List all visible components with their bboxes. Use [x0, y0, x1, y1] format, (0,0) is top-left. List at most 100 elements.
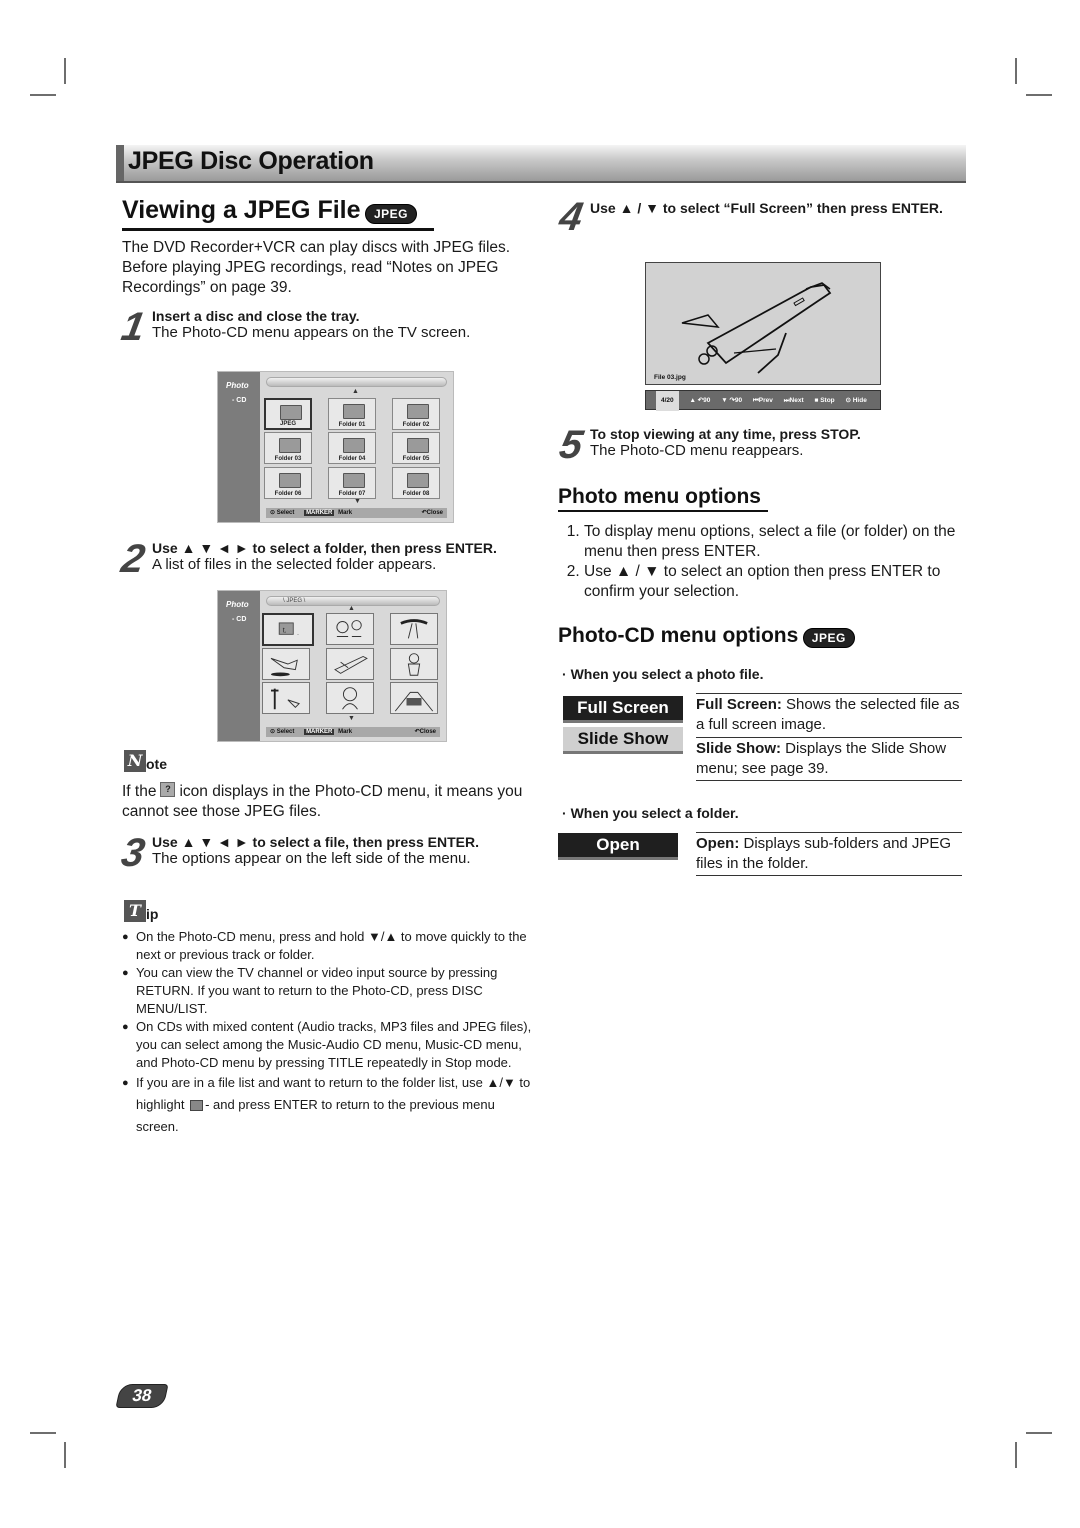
folder-tile[interactable]: Folder 01: [328, 398, 376, 430]
hide-control[interactable]: ⊙ Hide: [845, 392, 866, 410]
photo-thumb[interactable]: [262, 648, 310, 680]
folder-tile[interactable]: Folder 08: [392, 467, 440, 499]
folder-label: Folder 08: [402, 491, 430, 497]
viewing-jpeg-heading: Viewing a JPEG File JPEG: [122, 196, 432, 225]
stop-control[interactable]: ■ Stop: [814, 392, 834, 410]
note-text-before: If the: [122, 783, 157, 800]
fullscreen-image-view: File 03.jpg: [645, 262, 881, 385]
folder-tile[interactable]: JPEG: [264, 398, 312, 430]
open-description: Open: Displays sub-folders and JPEG file…: [696, 832, 962, 874]
folder-tile[interactable]: Folder 06: [264, 467, 312, 499]
jpeg-badge: JPEG: [802, 627, 855, 648]
option-step: To display menu options, select a file (…: [584, 522, 989, 562]
intro-paragraph: The DVD Recorder+VCR can play discs with…: [122, 239, 511, 296]
rotate-right-control[interactable]: ▼ ↷90: [721, 392, 742, 410]
subheading-text: When you select a photo file.: [570, 666, 764, 682]
tip-list: On the Photo-CD menu, press and hold ▼/▲…: [122, 928, 534, 1138]
folder-label: Folder 03: [274, 456, 302, 462]
folder-tile[interactable]: Folder 03: [264, 432, 312, 464]
scroll-up-icon[interactable]: ▲: [352, 388, 359, 395]
folder-tile[interactable]: Folder 05: [392, 432, 440, 464]
step-5: 5 To stop viewing at any time, press STO…: [556, 423, 970, 467]
prev-control[interactable]: ⏮Prev: [753, 392, 773, 410]
crop-mark: [64, 58, 66, 84]
slide-show-option[interactable]: Slide Show: [563, 727, 683, 754]
photo-thumb[interactable]: [390, 648, 438, 680]
photo-thumb[interactable]: [326, 613, 374, 645]
note-text-after: icon displays in the Photo-CD menu, it m…: [122, 783, 523, 820]
menu-side-title: Photo: [226, 381, 249, 390]
step-text: The options appear on the left side of t…: [152, 850, 471, 867]
photo-thumb[interactable]: [390, 613, 438, 645]
tip-item: On CDs with mixed content (Audio tracks,…: [122, 1018, 534, 1072]
photo-menu-options-heading: Photo menu options: [558, 485, 761, 508]
page-number: 38: [115, 1384, 169, 1408]
tip-label: ip: [146, 906, 159, 922]
photo-thumb[interactable]: [326, 648, 374, 680]
scroll-down-icon[interactable]: ▼: [354, 498, 361, 505]
folder-icon: [407, 438, 429, 453]
heading-underline: [558, 510, 768, 512]
footer-marker: MARKER: [304, 729, 335, 735]
folder-icon: [407, 404, 429, 419]
folder-label: Folder 02: [402, 422, 430, 428]
scroll-up-icon[interactable]: ▲: [348, 605, 355, 612]
space-shuttle-image: File 03.jpg: [654, 282, 832, 381]
section-header-band: JPEG Disc Operation: [116, 145, 966, 183]
fullscreen-filename: File 03.jpg: [654, 374, 686, 381]
scroll-down-icon[interactable]: ▼: [348, 715, 355, 722]
slide-show-description: Slide Show: Displays the Slide Show menu…: [696, 737, 962, 779]
folder-tile[interactable]: Folder 07: [328, 467, 376, 499]
photo-thumb[interactable]: [326, 682, 374, 714]
step-number: 4: [556, 195, 587, 239]
folder-label: JPEG: [279, 421, 296, 427]
folder-label: Folder 07: [338, 491, 366, 497]
jpeg-badge: JPEG: [364, 203, 417, 224]
next-control[interactable]: ⏭Next: [784, 392, 804, 410]
crop-mark: [1026, 94, 1052, 96]
folder-tile[interactable]: Folder 04: [328, 432, 376, 464]
step-number: 3: [118, 831, 149, 875]
folder-icon: [279, 438, 301, 453]
parent-folder-thumb[interactable]: t...: [262, 613, 314, 646]
step-text: The Photo-CD menu appears on the TV scre…: [152, 324, 471, 341]
bullet: ·: [562, 805, 571, 821]
note-label: ote: [146, 756, 167, 772]
crop-mark: [30, 94, 56, 96]
tip-icon: T: [124, 900, 146, 922]
select-icon: ⊙: [270, 510, 276, 516]
path-bar: [266, 377, 447, 387]
full-screen-option[interactable]: Full Screen: [563, 696, 683, 723]
photo-cd-folder-menu: Photo - CD ▲ JPEG Folder 01 Folder 02 Folde…: [217, 371, 454, 523]
tip-heading: Tip: [124, 900, 158, 922]
folder-tile[interactable]: Folder 02: [392, 398, 440, 430]
folder-icon: [343, 404, 365, 419]
desc-term: Slide Show:: [696, 740, 782, 757]
photo-thumb[interactable]: [262, 682, 310, 714]
photocd-heading-text: Photo-CD menu options: [558, 624, 799, 647]
step-1: 1 Insert a disc and close the tray. The …: [118, 305, 532, 349]
divider: [696, 780, 962, 781]
photo-file-subheading: · When you select a photo file.: [562, 666, 763, 682]
folder-subheading: · When you select a folder.: [562, 805, 739, 821]
footer-close[interactable]: Close: [420, 729, 436, 735]
crop-mark: [1015, 1442, 1017, 1468]
page-heading: Viewing a JPEG File: [122, 196, 361, 224]
divider: [696, 875, 962, 876]
step-text: A list of files in the selected folder a…: [152, 556, 437, 573]
step-number: 2: [118, 537, 149, 581]
footer-select: Select: [276, 729, 295, 735]
option-step: Use ▲ / ▼ to select an option then press…: [584, 562, 989, 602]
step-2: 2 Use ▲ ▼ ◄ ► to select a folder, then p…: [118, 537, 542, 581]
open-option[interactable]: Open: [558, 833, 678, 860]
menu-side-sub: - CD: [232, 397, 247, 404]
folder-icon: [190, 1100, 204, 1112]
select-icon: ⊙: [270, 729, 276, 735]
unknown-file-icon: ?: [160, 782, 176, 797]
rotate-left-control[interactable]: ▲ ↶90: [689, 392, 710, 410]
section-title: JPEG Disc Operation: [128, 147, 374, 175]
note-icon: N: [124, 750, 146, 772]
fullscreen-control-bar: 4/20 ▲ ↶90 ▼ ↷90 ⏮Prev ⏭Next ■ Stop ⊙ Hi…: [645, 390, 881, 411]
photo-thumb[interactable]: [390, 682, 438, 714]
footer-close[interactable]: Close: [427, 510, 443, 516]
